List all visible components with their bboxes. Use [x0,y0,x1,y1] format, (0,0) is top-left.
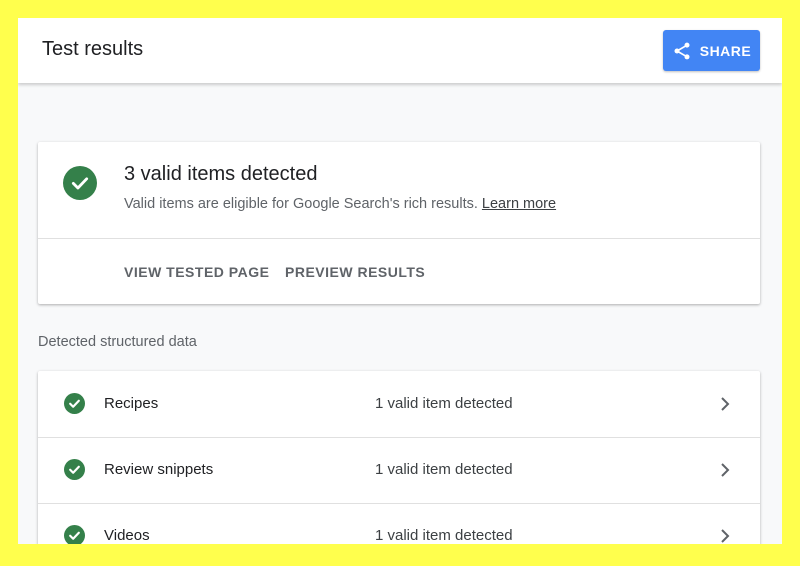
summary-title: 3 valid items detected [124,163,318,185]
share-icon [672,41,692,61]
preview-results-button[interactable]: PREVIEW RESULTS [285,264,425,280]
check-circle-icon [64,459,85,480]
check-circle-icon [64,525,85,544]
summary-card: 3 valid items detected Valid items are e… [38,142,760,304]
section-label: Detected structured data [38,334,197,350]
item-status: 1 valid item detected [375,395,513,412]
list-item-videos[interactable]: Videos 1 valid item detected [38,503,760,544]
chevron-right-icon [718,395,732,413]
share-button-label: SHARE [699,42,752,59]
page-title: Test results [42,38,144,60]
item-name: Review snippets [104,461,214,478]
summary-subtitle: Valid items are eligible for Google Sear… [124,196,556,212]
chevron-right-icon [718,461,732,479]
list-item-recipes[interactable]: Recipes 1 valid item detected [38,371,760,438]
item-name: Videos [104,527,150,544]
divider [38,238,760,239]
chevron-right-icon [718,527,732,544]
structured-data-list: Recipes 1 valid item detected Review sni… [38,371,760,544]
learn-more-link[interactable]: Learn more [482,196,556,212]
check-circle-icon [64,393,85,414]
view-tested-page-button[interactable]: VIEW TESTED PAGE [124,264,269,280]
list-item-review-snippets[interactable]: Review snippets 1 valid item detected [38,437,760,504]
summary-subtitle-text: Valid items are eligible for Google Sear… [124,196,478,212]
share-button[interactable]: SHARE [663,30,760,71]
item-name: Recipes [104,395,159,412]
item-status: 1 valid item detected [375,527,513,544]
test-results-panel: Test results SHARE 3 valid items detecte… [18,18,782,544]
header-bar: Test results SHARE [18,18,782,83]
check-circle-icon [63,166,97,200]
item-status: 1 valid item detected [375,461,513,478]
